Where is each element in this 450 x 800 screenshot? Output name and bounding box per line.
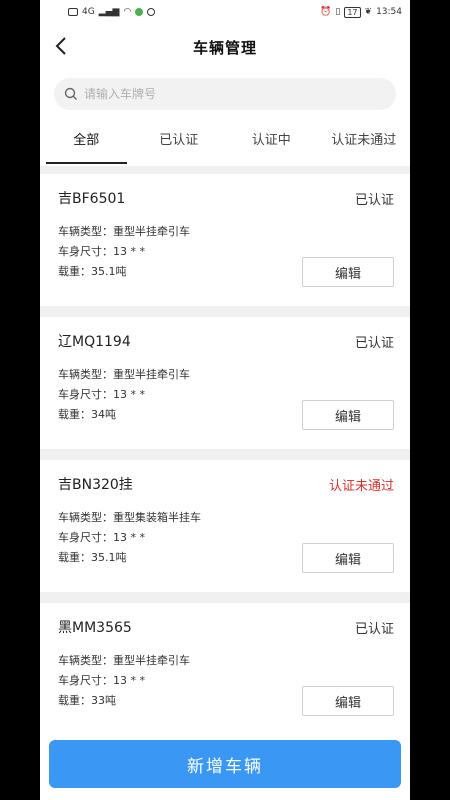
vehicle-status: 认证未通过 bbox=[328, 479, 394, 494]
nav-header: 车辆管理 bbox=[40, 24, 410, 70]
edit-button[interactable]: 编辑 bbox=[302, 543, 394, 573]
vehicle-status: 已认证 bbox=[354, 622, 394, 637]
tab-certified[interactable]: 已认证 bbox=[133, 120, 226, 166]
vehicle-plate: 吉BF6501 bbox=[58, 191, 126, 207]
vehicle-card: 吉BF6501 已认证 车辆类型：重型半挂牵引车 车身尺寸：13 * * 载重：… bbox=[40, 174, 410, 306]
add-vehicle-button[interactable]: 新增车辆 bbox=[49, 740, 401, 788]
vehicle-plate: 辽MQ1194 bbox=[58, 334, 131, 350]
vehicle-type: 车辆类型：重型半挂牵引车 bbox=[58, 368, 190, 381]
edit-button[interactable]: 编辑 bbox=[302, 400, 394, 430]
app-screen: 4G ▂▄▆ ◠ ⏰ ▯ 17 ❦ 13:54 车辆管理 全部 bbox=[40, 0, 410, 800]
edit-button[interactable]: 编辑 bbox=[302, 257, 394, 287]
wifi-icon: ◠ bbox=[123, 7, 132, 17]
alarm-icon: ⏰ bbox=[320, 7, 332, 17]
notification-icon bbox=[147, 8, 156, 16]
bottom-bar: 新增车辆 bbox=[40, 728, 410, 800]
vibrate-icon: ▯ bbox=[335, 7, 341, 17]
status-right: ⏰ ▯ 17 ❦ 13:54 bbox=[320, 6, 402, 18]
page-title: 车辆管理 bbox=[192, 38, 257, 57]
edit-button[interactable]: 编辑 bbox=[302, 686, 394, 716]
leaf-icon: ❦ bbox=[364, 7, 373, 17]
vehicle-plate: 黑MM3565 bbox=[58, 620, 132, 636]
status-left: 4G ▂▄▆ ◠ bbox=[68, 7, 156, 17]
tab-certifying[interactable]: 认证中 bbox=[225, 120, 318, 166]
search-icon bbox=[64, 87, 77, 100]
vehicle-status: 已认证 bbox=[354, 193, 394, 208]
hd-icon bbox=[68, 8, 78, 16]
search-input[interactable] bbox=[84, 87, 364, 101]
search-box[interactable] bbox=[54, 78, 396, 110]
vehicle-type: 车辆类型：重型半挂牵引车 bbox=[58, 225, 190, 238]
vehicle-card: 吉BN320挂 认证未通过 车辆类型：重型集装箱半挂车 车身尺寸：13 * * … bbox=[40, 460, 410, 592]
signal-icon: ▂▄▆ bbox=[98, 7, 120, 17]
status-tabs: 全部 已认证 认证中 认证未通过 bbox=[40, 120, 410, 166]
tab-failed[interactable]: 认证未通过 bbox=[318, 120, 411, 166]
vehicle-list: 吉BF6501 已认证 车辆类型：重型半挂牵引车 车身尺寸：13 * * 载重：… bbox=[40, 166, 410, 735]
vehicle-type: 车辆类型：重型集装箱半挂车 bbox=[58, 511, 201, 524]
status-time: 13:54 bbox=[376, 7, 402, 17]
battery-icon: 17 bbox=[344, 6, 361, 18]
app-notification-icon bbox=[135, 8, 144, 16]
vehicle-card: 黑MM3565 已认证 车辆类型：重型半挂牵引车 车身尺寸：13 * * 载重：… bbox=[40, 603, 410, 735]
vehicle-card: 辽MQ1194 已认证 车辆类型：重型半挂牵引车 车身尺寸：13 * * 载重：… bbox=[40, 317, 410, 449]
vehicle-type: 车辆类型：重型半挂牵引车 bbox=[58, 654, 190, 667]
search-bar bbox=[40, 70, 410, 120]
network-type: 4G bbox=[82, 7, 95, 17]
tab-all[interactable]: 全部 bbox=[40, 120, 133, 166]
vehicle-status: 已认证 bbox=[354, 336, 394, 351]
back-arrow-icon[interactable] bbox=[50, 34, 74, 58]
status-bar: 4G ▂▄▆ ◠ ⏰ ▯ 17 ❦ 13:54 bbox=[40, 0, 410, 24]
